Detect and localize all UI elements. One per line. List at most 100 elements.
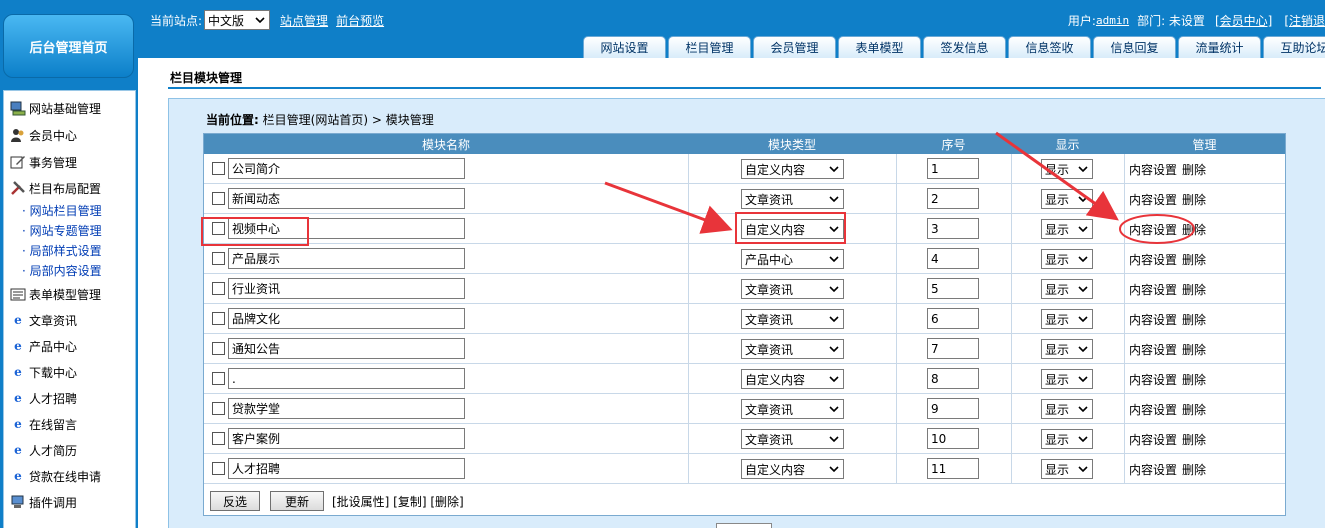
sequence-input[interactable]: 5 — [927, 278, 979, 299]
sidebar-item-loan[interactable]: e 贷款在线申请 — [10, 466, 101, 486]
module-type-select[interactable]: 自定义内容 — [741, 159, 844, 179]
module-type-select[interactable]: 文章资讯 — [741, 279, 844, 299]
sidebar-item-content-settings[interactable]: · 局部内容设置 — [22, 261, 102, 279]
sidebar-item-column-manage[interactable]: · 网站栏目管理 — [22, 201, 102, 219]
sequence-input[interactable]: 11 — [927, 458, 979, 479]
row-checkbox[interactable] — [212, 342, 225, 355]
logout-link[interactable]: [注销退 — [1284, 12, 1325, 29]
sidebar-item-resumes[interactable]: e 人才简历 — [10, 440, 77, 460]
delete-link[interactable]: 删除 — [1182, 433, 1206, 447]
module-type-select[interactable]: 自定义内容 — [741, 369, 844, 389]
content-setting-link[interactable]: 内容设置 — [1129, 373, 1177, 387]
home-button[interactable]: 后台管理首页 — [3, 14, 134, 78]
tab-forum[interactable]: 互助论坛 — [1263, 36, 1325, 58]
tab-issue-info[interactable]: 签发信息 — [923, 36, 1006, 58]
tab-form-model[interactable]: 表单模型 — [838, 36, 921, 58]
sequence-input[interactable]: 4 — [927, 248, 979, 269]
module-name-input[interactable]: 新闻动态 — [228, 188, 465, 209]
row-checkbox[interactable] — [212, 432, 225, 445]
content-setting-link[interactable]: 内容设置 — [1129, 223, 1177, 237]
user-name-link[interactable]: admin — [1096, 14, 1129, 27]
visibility-select[interactable]: 显示 — [1041, 219, 1093, 239]
delete-link[interactable]: 删除 — [1182, 373, 1206, 387]
row-checkbox[interactable] — [212, 162, 225, 175]
row-checkbox[interactable] — [212, 192, 225, 205]
preview-link[interactable]: 前台预览 — [336, 12, 384, 29]
content-setting-link[interactable]: 内容设置 — [1129, 163, 1177, 177]
sequence-input[interactable]: 9 — [927, 398, 979, 419]
row-checkbox[interactable] — [212, 372, 225, 385]
visibility-select[interactable]: 显示 — [1041, 459, 1093, 479]
module-type-select[interactable]: 文章资讯 — [741, 399, 844, 419]
content-setting-link[interactable]: 内容设置 — [1129, 343, 1177, 357]
content-setting-link[interactable]: 内容设置 — [1129, 283, 1177, 297]
module-type-select[interactable]: 自定义内容 — [741, 459, 844, 479]
delete-link[interactable]: 删除 — [1182, 283, 1206, 297]
row-checkbox[interactable] — [212, 402, 225, 415]
content-setting-link[interactable]: 内容设置 — [1129, 253, 1177, 267]
row-checkbox[interactable] — [212, 282, 225, 295]
sidebar-item-downloads[interactable]: e 下载中心 — [10, 362, 77, 382]
module-type-select[interactable]: 产品中心 — [741, 249, 844, 269]
content-setting-link[interactable]: 内容设置 — [1129, 463, 1177, 477]
row-checkbox[interactable] — [212, 312, 225, 325]
sidebar-item-plugins[interactable]: 插件调用 — [10, 492, 77, 512]
tab-column-manage[interactable]: 栏目管理 — [668, 36, 751, 58]
tab-info-receive[interactable]: 信息签收 — [1008, 36, 1091, 58]
sidebar-item-affairs[interactable]: 事务管理 — [10, 152, 77, 172]
row-checkbox[interactable] — [212, 252, 225, 265]
visibility-select[interactable]: 显示 — [1041, 189, 1093, 209]
content-setting-link[interactable]: 内容设置 — [1129, 433, 1177, 447]
visibility-select[interactable]: 显示 — [1041, 309, 1093, 329]
module-name-input[interactable]: 公司简介 — [228, 158, 465, 179]
sequence-input[interactable]: 1 — [927, 158, 979, 179]
visibility-select[interactable]: 显示 — [1041, 369, 1093, 389]
sequence-input[interactable]: 6 — [927, 308, 979, 329]
batch-actions[interactable]: [批设属性] [复制] [删除] — [332, 493, 464, 510]
tab-traffic-stats[interactable]: 流量统计 — [1178, 36, 1261, 58]
visibility-select[interactable]: 显示 — [1041, 429, 1093, 449]
content-setting-link[interactable]: 内容设置 — [1129, 403, 1177, 417]
sidebar-item-recruit[interactable]: e 人才招聘 — [10, 388, 77, 408]
row-checkbox[interactable] — [212, 222, 225, 235]
visibility-select[interactable]: 显示 — [1041, 249, 1093, 269]
module-type-select[interactable]: 文章资讯 — [741, 339, 844, 359]
member-center-link[interactable]: [会员中心] — [1215, 12, 1272, 29]
delete-link[interactable]: 删除 — [1182, 253, 1206, 267]
visibility-select[interactable]: 显示 — [1041, 159, 1093, 179]
content-setting-link[interactable]: 内容设置 — [1129, 313, 1177, 327]
sequence-input[interactable]: 7 — [927, 338, 979, 359]
sidebar-item-member[interactable]: 会员中心 — [10, 125, 77, 145]
delete-link[interactable]: 删除 — [1182, 163, 1206, 177]
sidebar-item-site-basic[interactable]: 网站基础管理 — [10, 98, 101, 118]
update-button[interactable]: 更新 — [270, 491, 324, 511]
site-manage-link[interactable]: 站点管理 — [280, 12, 328, 29]
module-name-input[interactable]: 行业资讯 — [228, 278, 465, 299]
sidebar-item-messages[interactable]: e 在线留言 — [10, 414, 77, 434]
sidebar-item-layout[interactable]: 栏目布局配置 — [10, 178, 101, 198]
module-name-input[interactable]: . — [228, 368, 465, 389]
sequence-input[interactable]: 3 — [927, 218, 979, 239]
row-checkbox[interactable] — [212, 462, 225, 475]
module-type-select[interactable]: 文章资讯 — [741, 429, 844, 449]
sequence-input[interactable]: 10 — [927, 428, 979, 449]
module-name-input[interactable]: 品牌文化 — [228, 308, 465, 329]
visibility-select[interactable]: 显示 — [1041, 279, 1093, 299]
module-type-select[interactable]: 自定义内容 — [741, 219, 844, 239]
module-name-input[interactable]: 人才招聘 — [228, 458, 465, 479]
delete-link[interactable]: 删除 — [1182, 223, 1206, 237]
sidebar-item-form-model[interactable]: 表单模型管理 — [10, 284, 101, 304]
tab-site-settings[interactable]: 网站设置 — [583, 36, 666, 58]
tab-member-manage[interactable]: 会员管理 — [753, 36, 836, 58]
sequence-input[interactable]: 2 — [927, 188, 979, 209]
invert-select-button[interactable]: 反选 — [210, 491, 260, 511]
tab-info-reply[interactable]: 信息回复 — [1093, 36, 1176, 58]
delete-link[interactable]: 删除 — [1182, 403, 1206, 417]
delete-link[interactable]: 删除 — [1182, 463, 1206, 477]
delete-link[interactable]: 删除 — [1182, 313, 1206, 327]
content-setting-link[interactable]: 内容设置 — [1129, 193, 1177, 207]
visibility-select[interactable]: 显示 — [1041, 339, 1093, 359]
module-name-input[interactable]: 产品展示 — [228, 248, 465, 269]
delete-link[interactable]: 删除 — [1182, 343, 1206, 357]
sidebar-item-articles[interactable]: e 文章资讯 — [10, 310, 77, 330]
